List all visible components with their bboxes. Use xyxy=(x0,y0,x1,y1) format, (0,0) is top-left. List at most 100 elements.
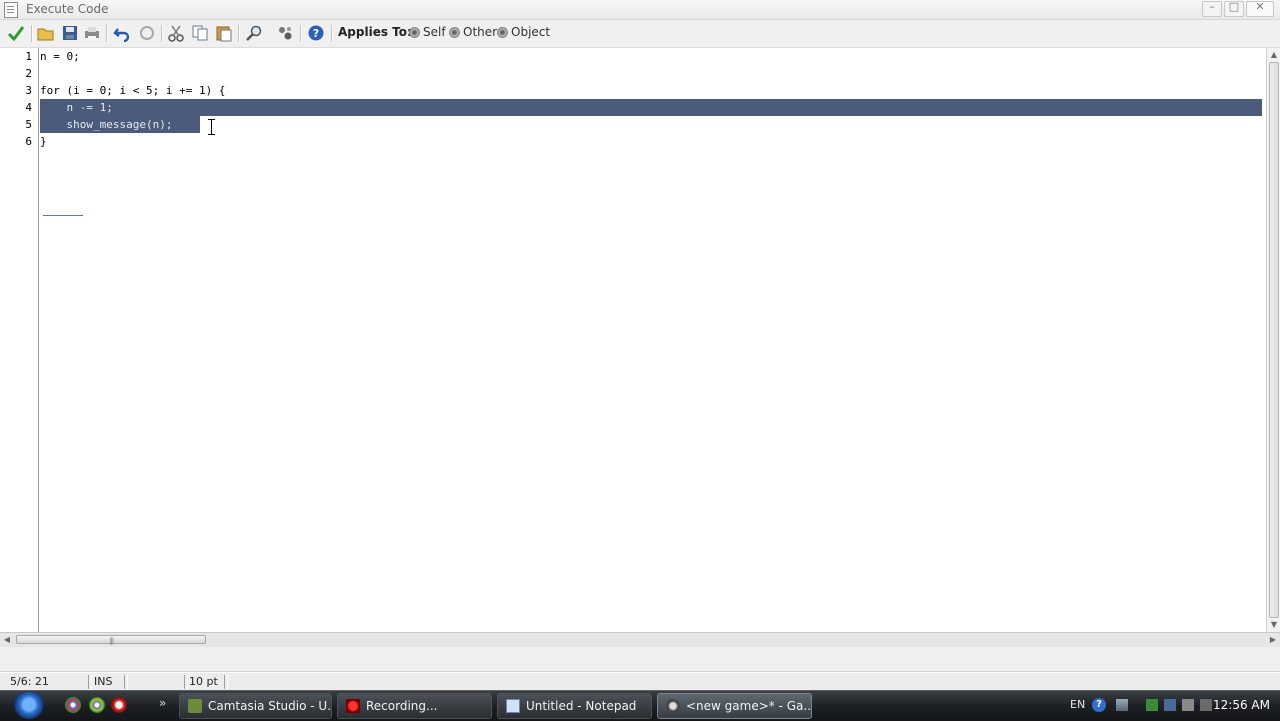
battery-icon[interactable] xyxy=(1146,699,1158,711)
scroll-down-icon[interactable]: ▼ xyxy=(1267,618,1280,632)
code-line[interactable]: for (i = 0; i < 5; i += 1) { xyxy=(40,82,1262,99)
code-line-selected[interactable]: show_message(n); xyxy=(40,116,200,133)
printer-icon xyxy=(85,27,99,40)
scroll-up-icon[interactable]: ▲ xyxy=(1267,48,1280,62)
chrome-icon[interactable] xyxy=(65,697,81,713)
applies-to-other-radio[interactable]: Other xyxy=(449,25,497,39)
option-label: Object xyxy=(511,25,551,39)
undo-icon xyxy=(113,28,130,42)
window-title: Execute Code xyxy=(26,2,109,16)
redo-button[interactable] xyxy=(137,23,157,43)
line-number: 6 xyxy=(25,135,32,148)
save-icon xyxy=(63,26,77,40)
status-separator xyxy=(124,675,128,689)
volume-icon[interactable] xyxy=(1182,699,1194,711)
panel-divider xyxy=(0,647,1280,672)
recording-icon xyxy=(346,699,360,713)
accept-button[interactable] xyxy=(6,23,26,43)
scissors-icon xyxy=(168,25,184,42)
status-separator xyxy=(184,675,188,689)
radio-icon xyxy=(449,26,460,38)
taskbar-item-recording[interactable]: Recording... xyxy=(337,693,492,719)
camtasia-icon xyxy=(188,699,202,713)
task-label: Recording... xyxy=(366,699,438,713)
task-label: Untitled - Notepad xyxy=(526,699,637,713)
taskbar-item-gamemaker[interactable]: <new game>* - Ga... xyxy=(657,693,812,719)
gamemaker-icon xyxy=(666,699,680,713)
line-number: 5 xyxy=(25,118,32,131)
cut-button[interactable] xyxy=(166,23,186,43)
help-button[interactable]: ? xyxy=(306,23,326,43)
toolbar-separator xyxy=(300,25,302,42)
paste-icon xyxy=(216,26,232,42)
code-line[interactable] xyxy=(40,65,1262,82)
line-number: 2 xyxy=(25,67,32,80)
system-tray: EN ? 12:56 AM xyxy=(1060,691,1280,721)
taskbar-item-camtasia[interactable]: Camtasia Studio - U... xyxy=(179,693,332,719)
code-editor[interactable]: 1 2 3 4 5 6 n = 0; for (i = 0; i < 5; i … xyxy=(0,48,1266,632)
line-number: 3 xyxy=(25,84,32,97)
status-separator xyxy=(88,675,92,689)
speaker-icon[interactable] xyxy=(1200,699,1212,711)
horizontal-scroll-thumb[interactable]: ||| xyxy=(16,635,206,645)
scroll-right-icon[interactable]: ▶ xyxy=(1266,633,1280,647)
undo-button[interactable] xyxy=(112,23,132,43)
opera-icon[interactable] xyxy=(111,697,127,713)
vertical-scrollbar[interactable]: ▲ ▼ xyxy=(1266,48,1280,632)
clock[interactable]: 12:56 AM xyxy=(1213,698,1270,712)
svg-text:?: ? xyxy=(313,27,319,40)
applies-to-object-radio[interactable]: Object xyxy=(497,25,550,39)
code-line[interactable]: } xyxy=(40,133,1262,150)
maximize-button[interactable]: □ xyxy=(1224,0,1244,17)
radio-selected-icon xyxy=(409,26,420,38)
toolbar-separator xyxy=(106,25,108,42)
chrome-icon[interactable] xyxy=(89,697,105,713)
taskbar-item-notepad[interactable]: Untitled - Notepad xyxy=(497,693,652,719)
start-button-icon[interactable] xyxy=(12,692,46,720)
grip-icon: ||| xyxy=(109,637,114,645)
toolbar-separator xyxy=(31,25,33,42)
snippets-button[interactable] xyxy=(275,23,295,43)
minimize-button[interactable]: – xyxy=(1202,0,1222,17)
horizontal-scrollbar[interactable]: ◀ ||| ▶ xyxy=(0,632,1280,647)
monitor-icon[interactable] xyxy=(1164,699,1176,711)
line-number: 4 xyxy=(25,101,32,114)
folder-open-icon xyxy=(37,28,54,41)
font-size-indicator: 10 pt xyxy=(189,675,218,688)
toolbar-separator xyxy=(238,25,240,42)
radio-icon xyxy=(497,26,508,38)
language-indicator[interactable]: EN xyxy=(1070,698,1085,711)
text-cursor-icon xyxy=(208,119,215,135)
squiggle-marker xyxy=(43,215,83,216)
copy-icon xyxy=(192,25,208,41)
line-number: 1 xyxy=(25,50,32,63)
status-separator xyxy=(224,675,228,689)
cursor-position: 5/6: 21 xyxy=(10,675,49,688)
maximize-icon: □ xyxy=(1228,0,1240,13)
window-controls: – □ ✕ xyxy=(1202,0,1274,17)
load-button[interactable] xyxy=(36,23,56,43)
redo-icon xyxy=(140,26,154,40)
close-icon: ✕ xyxy=(1255,0,1265,13)
insert-mode: INS xyxy=(94,675,113,688)
code-text-area[interactable]: n = 0; for (i = 0; i < 5; i += 1) { n -=… xyxy=(40,48,1264,632)
save-button[interactable] xyxy=(60,23,80,43)
paste-button[interactable] xyxy=(214,23,234,43)
find-button[interactable] xyxy=(244,23,264,43)
vertical-scroll-thumb[interactable] xyxy=(1269,62,1279,618)
scroll-left-icon[interactable]: ◀ xyxy=(0,633,14,647)
toolbar: ? Applies To: Self Other Object xyxy=(0,20,1280,48)
chevron-right-icon[interactable]: » xyxy=(159,696,166,710)
toolbar-separator xyxy=(161,25,163,42)
code-line-selected[interactable]: n -= 1; xyxy=(40,99,1262,116)
help-icon[interactable]: ? xyxy=(1092,698,1106,712)
minimize-icon: – xyxy=(1209,0,1215,13)
close-button[interactable]: ✕ xyxy=(1246,0,1274,17)
title-bar: Execute Code – □ ✕ xyxy=(0,0,1280,20)
print-button[interactable] xyxy=(82,23,102,43)
applies-to-self-radio[interactable]: Self xyxy=(409,25,446,39)
copy-button[interactable] xyxy=(190,23,210,43)
code-line[interactable]: n = 0; xyxy=(40,48,1262,65)
network-icon[interactable] xyxy=(1116,699,1128,711)
task-label: Camtasia Studio - U... xyxy=(208,699,332,713)
